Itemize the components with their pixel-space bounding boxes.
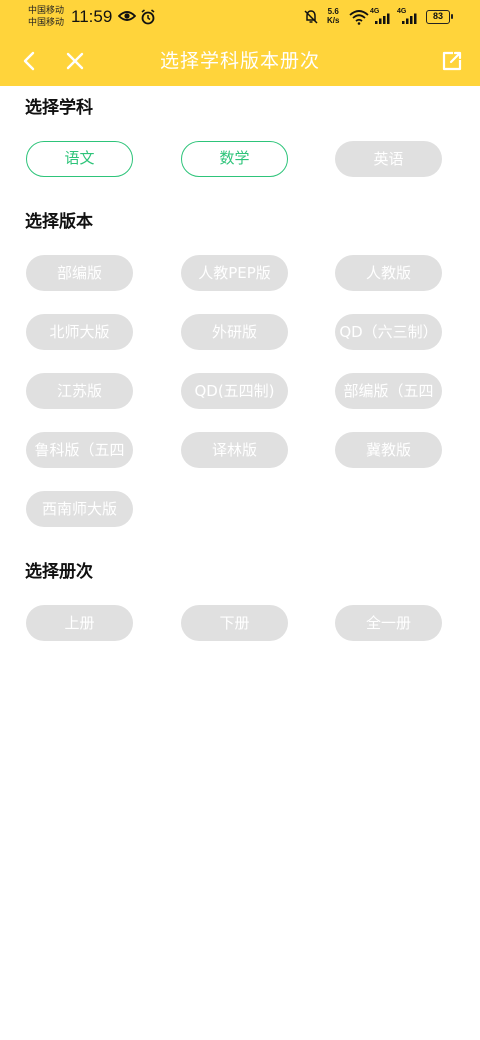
subject-chip-english[interactable]: 英语 — [335, 141, 442, 177]
chevron-left-icon — [23, 51, 35, 71]
status-bar: 中国移动 中国移动 11:59 5.6 K/s 4G 4G 83 — [0, 0, 480, 36]
volume-chip-first[interactable]: 上册 — [26, 605, 133, 641]
edition-section-title: 选择版本 — [25, 212, 93, 232]
volume-chip-second[interactable]: 下册 — [181, 605, 288, 641]
status-time: 11:59 — [71, 7, 113, 26]
edition-chip[interactable]: 人教版 — [335, 255, 442, 291]
edition-chip[interactable]: 人教PEP版 — [181, 255, 288, 291]
carrier-1: 中国移动 — [28, 6, 65, 16]
edition-chip[interactable]: 鲁科版（五四 — [26, 432, 133, 468]
carrier-labels: 中国移动 中国移动 — [28, 5, 64, 29]
edition-chip[interactable]: 部编版（五四 — [335, 373, 442, 409]
mute-bell-icon — [304, 10, 318, 24]
network-speed: 5.6 K/s — [327, 7, 339, 25]
speed-value: 5.6 — [327, 7, 339, 16]
edition-chip[interactable]: 西南师大版 — [26, 491, 133, 527]
volume-section-title: 选择册次 — [25, 562, 93, 582]
alarm-icon — [141, 9, 155, 25]
close-icon — [66, 52, 84, 70]
share-icon — [442, 51, 462, 71]
subject-chip-math[interactable]: 数学 — [181, 141, 288, 177]
share-button[interactable] — [437, 46, 467, 76]
edition-chip[interactable]: 译林版 — [181, 432, 288, 468]
back-button[interactable] — [15, 46, 45, 76]
edition-chip[interactable]: 部编版 — [26, 255, 133, 291]
edition-chip[interactable]: 北师大版 — [26, 314, 133, 350]
edition-chip[interactable]: QD（六三制） — [335, 314, 442, 350]
edition-chip[interactable]: 外研版 — [181, 314, 288, 350]
battery-indicator: 83 — [426, 10, 453, 24]
carrier-2: 中国移动 — [28, 18, 65, 28]
eye-icon — [118, 11, 136, 21]
subject-section-title: 选择学科 — [25, 98, 93, 118]
edition-chip[interactable]: 冀教版 — [335, 432, 442, 468]
speed-unit: K/s — [327, 16, 340, 25]
signal-icon-sim2: 4G — [397, 8, 421, 26]
subject-chip-chinese[interactable]: 语文 — [26, 141, 133, 177]
wifi-icon — [349, 10, 369, 25]
signal-icon-sim1: 4G — [370, 8, 394, 26]
edition-chip[interactable]: 江苏版 — [26, 373, 133, 409]
volume-chip-full[interactable]: 全一册 — [335, 605, 442, 641]
edition-chip[interactable]: QD(五四制) — [181, 373, 288, 409]
close-button[interactable] — [60, 46, 90, 76]
